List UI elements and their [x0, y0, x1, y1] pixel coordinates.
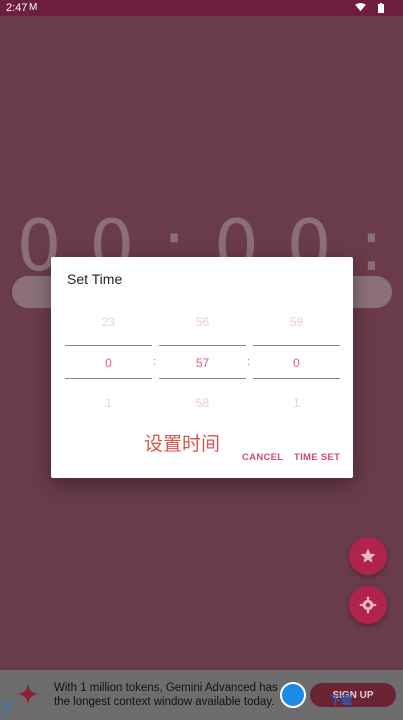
- star-icon: [360, 548, 376, 563]
- picker-divider: [159, 345, 246, 346]
- ad-banner[interactable]: With 1 million tokens, Gemini Advanced h…: [0, 670, 403, 720]
- gear-icon: [359, 596, 377, 614]
- seconds-prev[interactable]: 59: [253, 315, 340, 329]
- seconds-picker[interactable]: 59 0 1: [253, 307, 340, 417]
- ad-text: With 1 million tokens, Gemini Advanced h…: [54, 682, 278, 708]
- sign-up-button[interactable]: SIGN UP: [310, 683, 396, 707]
- time-separator: :: [247, 356, 251, 368]
- set-time-dialog: Set Time 23 0 1 : 56 57 58 : 59 0 1 设置时间…: [51, 257, 353, 478]
- ad-close-icon[interactable]: ✕: [2, 708, 10, 719]
- hours-picker[interactable]: 23 0 1: [65, 307, 152, 417]
- minutes-prev[interactable]: 56: [159, 315, 246, 329]
- hours-next[interactable]: 1: [65, 396, 152, 410]
- seconds-current[interactable]: 0: [253, 356, 340, 370]
- gemini-sparkle-icon: [17, 683, 39, 705]
- hours-prev[interactable]: 23: [65, 315, 152, 329]
- status-time: 2:47: [6, 2, 28, 14]
- time-set-button[interactable]: TIME SET: [294, 452, 340, 463]
- brand-logo-icon: [280, 682, 306, 708]
- minutes-picker[interactable]: 56 57 58: [159, 307, 246, 417]
- dialog-title: Set Time: [67, 271, 123, 287]
- settings-button[interactable]: [349, 586, 387, 624]
- minutes-next[interactable]: 58: [159, 396, 246, 410]
- status-bar: 2:47 M: [0, 0, 403, 16]
- watermark-caption: 设置时间: [144, 433, 221, 455]
- picker-divider: [253, 345, 340, 346]
- picker-divider: [159, 378, 246, 379]
- cancel-button[interactable]: CANCEL: [242, 452, 283, 463]
- picker-divider: [65, 345, 152, 346]
- brand-watermark: 下载: [330, 695, 352, 707]
- favorite-button[interactable]: [349, 537, 387, 575]
- gmail-icon: M: [29, 2, 38, 13]
- seconds-next[interactable]: 1: [253, 396, 340, 410]
- picker-divider: [65, 378, 152, 379]
- time-separator: :: [153, 356, 157, 368]
- minutes-current[interactable]: 57: [159, 356, 246, 370]
- hours-current[interactable]: 0: [65, 356, 152, 370]
- wifi-icon: [355, 3, 366, 12]
- battery-icon: [378, 3, 384, 13]
- picker-divider: [253, 378, 340, 379]
